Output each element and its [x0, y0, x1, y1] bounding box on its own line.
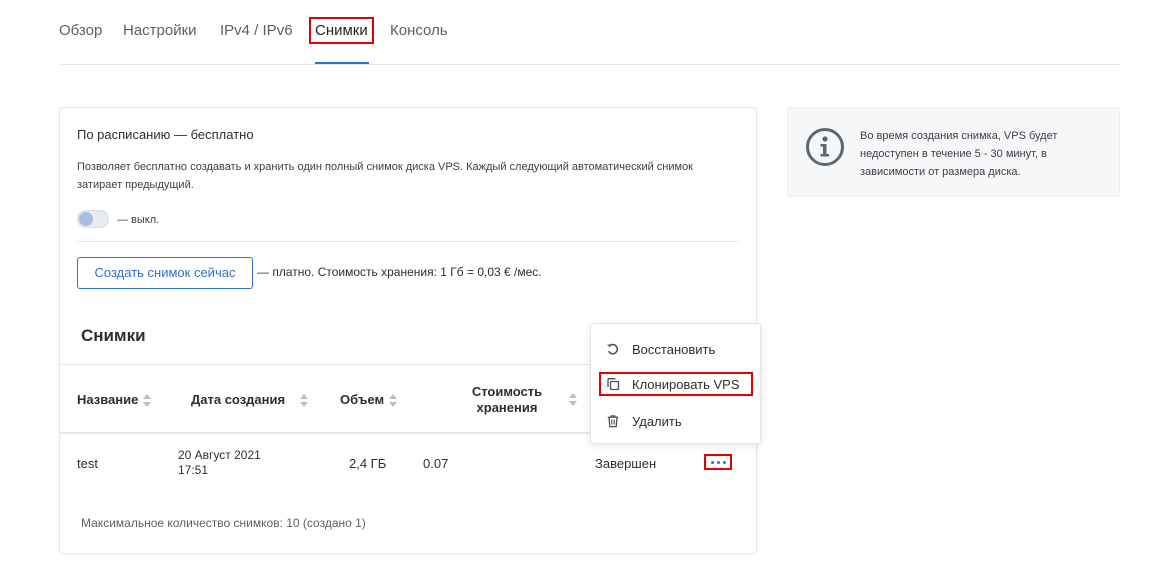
menu-item-clone[interactable]: Клонировать VPS: [599, 372, 753, 396]
menu-item-restore[interactable]: Восстановить: [591, 337, 760, 361]
snapshot-status: Завершен: [595, 456, 657, 471]
schedule-toggle[interactable]: [77, 210, 109, 228]
tab-settings[interactable]: Настройки: [123, 22, 197, 39]
info-icon: [806, 128, 844, 166]
sort-icon: [143, 393, 152, 408]
toggle-label: — выкл.: [117, 214, 160, 226]
snapshot-name: test: [77, 456, 98, 471]
snapshot-size: 2,4 ГБ: [349, 456, 387, 471]
column-header-name[interactable]: Название: [77, 392, 152, 408]
snapshots-limit-note: Максимальное количество снимков: 10 (соз…: [81, 516, 366, 530]
sort-icon: [389, 393, 398, 408]
active-tab-indicator: [315, 62, 369, 64]
info-text: Во время создания снимка, VPS будет недо…: [860, 130, 1058, 178]
schedule-title: По расписанию — бесплатно: [77, 127, 254, 142]
create-snapshot-note: — платно. Стоимость хранения: 1 Гб = 0,0…: [257, 265, 542, 279]
snapshot-cost: 0.07: [423, 456, 449, 471]
info-panel: Во время создания снимка, VPS будет недо…: [787, 107, 1120, 197]
trash-icon: [607, 415, 619, 428]
tab-snapshots[interactable]: Снимки: [309, 17, 374, 44]
tab-ip[interactable]: IPv4 / IPv6: [220, 22, 293, 39]
tab-overview[interactable]: Обзор: [59, 22, 102, 39]
tab-snapshots-highlight: [309, 17, 374, 44]
column-header-size[interactable]: Объем: [340, 392, 398, 408]
sort-icon: [300, 393, 309, 408]
tab-console[interactable]: Консоль: [390, 22, 448, 39]
column-header-name-label: Название: [77, 392, 139, 407]
schedule-description: Позволяет бесплатно создавать и хранить …: [77, 161, 693, 191]
dot: [716, 460, 720, 464]
snapshots-heading: Снимки: [81, 326, 146, 345]
sort-icon[interactable]: [569, 393, 578, 407]
snapshot-date-day: 20 Август 2021: [178, 448, 261, 462]
snapshot-date: 20 Август 2021 17:51: [178, 448, 288, 478]
section-divider: [77, 241, 738, 242]
dot: [710, 460, 714, 464]
row-actions-button[interactable]: [704, 454, 732, 470]
clone-icon: [607, 378, 620, 391]
column-header-created-label: Дата создания: [191, 392, 286, 407]
toggle-knob: [79, 212, 93, 226]
menu-item-restore-label: Восстановить: [632, 342, 716, 357]
snapshot-date-time: 17:51: [178, 463, 209, 477]
tab-bar: Обзор Настройки IPv4 / IPv6 Снимки Консо…: [59, 0, 1121, 65]
create-snapshot-button[interactable]: Создать снимок сейчас: [77, 257, 253, 289]
dot: [722, 460, 726, 464]
row-actions-menu: Восстановить Клонировать VPS Удалить: [590, 323, 761, 444]
column-header-cost[interactable]: Стоимость хранения: [448, 384, 566, 416]
restore-icon: [607, 343, 619, 355]
column-header-created[interactable]: Дата создания: [191, 392, 309, 408]
column-header-size-label: Объем: [340, 392, 385, 407]
menu-item-clone-label: Клонировать VPS: [632, 377, 740, 392]
menu-item-delete-label: Удалить: [632, 414, 682, 429]
menu-item-delete[interactable]: Удалить: [591, 409, 760, 433]
